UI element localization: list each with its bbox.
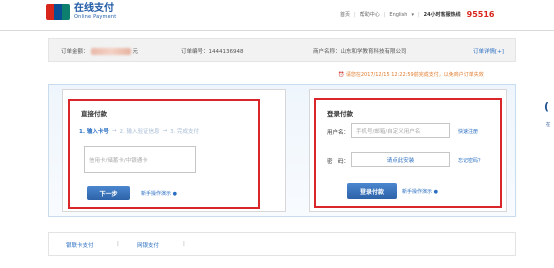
nav-divider: |	[383, 11, 386, 18]
payment-deadline-notice: ⏰ 请您在2017/12/15 12:22:59前完成支付，以免商户订单失效	[338, 71, 484, 78]
payment-method-tabs: 银联卡支付 | 网银支付 |	[48, 232, 516, 256]
order-amount-label: 订单金额：	[61, 49, 89, 55]
nav-divider: |	[354, 11, 356, 18]
deadline-text: 请您在2017/12/15 12:22:59前完成支付，以免商户订单失效	[345, 72, 484, 78]
order-amount: 订单金额： 元	[61, 47, 138, 55]
order-info-bar: 订单金额： 元 订单编号：1444136948 商户名称：山东和学教育科技有限公司…	[48, 38, 516, 62]
top-header: 在线支付 Online Payment 首页 | 帮助中心 | English …	[0, 0, 554, 31]
hotline-label: 24小时客服热线	[423, 12, 461, 18]
logo-subtitle: Online Payment	[74, 14, 117, 20]
site-logo-text: 在线支付 Online Payment	[74, 3, 116, 21]
nav-home-link[interactable]: 首页	[340, 11, 350, 18]
nav-language-link[interactable]: English	[389, 12, 407, 18]
order-number: 订单编号：1444136948	[181, 49, 244, 55]
order-detail-link[interactable]: 订单详情[+]	[473, 47, 504, 55]
logo-title: 在线支付	[74, 3, 114, 14]
tab-unionpay-card[interactable]: 银联卡支付	[66, 241, 94, 249]
nav-divider: |	[417, 11, 420, 18]
tab-divider: |	[183, 241, 185, 247]
merchant-name: 商户名称：山东和学教育科技有限公司	[313, 49, 407, 55]
nav-help-link[interactable]: 帮助中心	[360, 11, 380, 18]
tab-divider: |	[117, 241, 119, 247]
clock-icon: ⏰	[338, 72, 345, 78]
hotline-number: 95516	[466, 10, 495, 19]
tab-online-banking[interactable]: 网银支付	[137, 241, 159, 249]
unionpay-logo	[46, 4, 70, 20]
side-service-label[interactable]: 在	[546, 122, 551, 128]
direct-pay-highlight	[68, 99, 260, 209]
top-nav: 首页 | 帮助中心 | English ▾ | 24小时客服热线 95516	[340, 10, 494, 19]
login-pay-highlight	[314, 98, 502, 208]
redacted-amount	[90, 48, 131, 55]
chevron-down-icon[interactable]: ▾	[411, 12, 414, 18]
side-service-icon[interactable]: (	[544, 100, 549, 113]
order-amount-unit: 元	[132, 49, 139, 55]
